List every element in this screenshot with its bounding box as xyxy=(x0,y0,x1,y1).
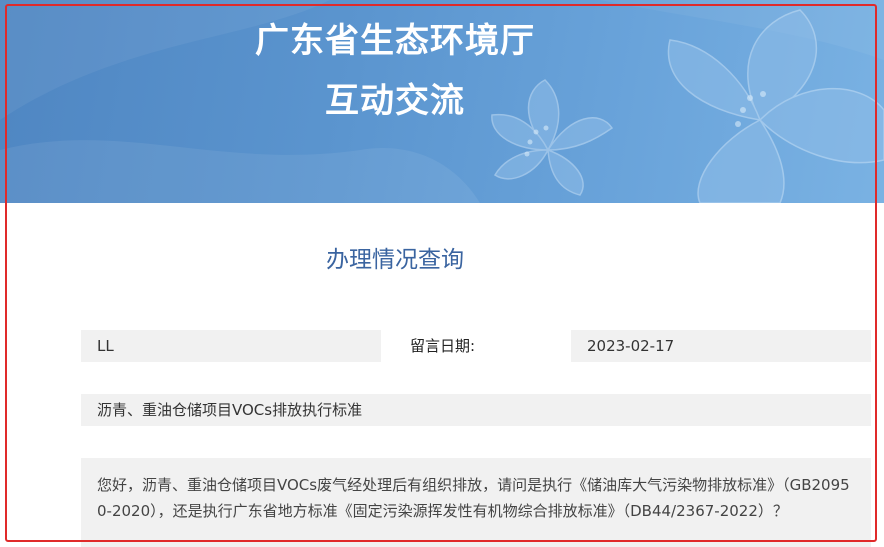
commenter-name-field: LL xyxy=(81,330,381,362)
message-date-field: 2023-02-17 xyxy=(571,330,871,362)
message-subject-field: 沥青、重油仓储项目VOCs排放执行标准 xyxy=(81,394,871,426)
site-title: 广东省生态环境厅 xyxy=(255,21,535,61)
site-subtitle: 互动交流 xyxy=(325,81,465,121)
message-content-field: 您好，沥青、重油仓储项目VOCs废气经处理后有组织排放，请问是执行《储油库大气污… xyxy=(81,458,871,547)
header-banner: 广东省生态环境厅 互动交流 xyxy=(0,0,884,203)
section-title: 办理情况查询 xyxy=(326,247,464,273)
message-date-label: 留言日期: xyxy=(410,337,476,355)
page: 广东省生态环境厅 互动交流 办理情况查询 LL 留言日期: 2023-02-17… xyxy=(0,0,884,547)
